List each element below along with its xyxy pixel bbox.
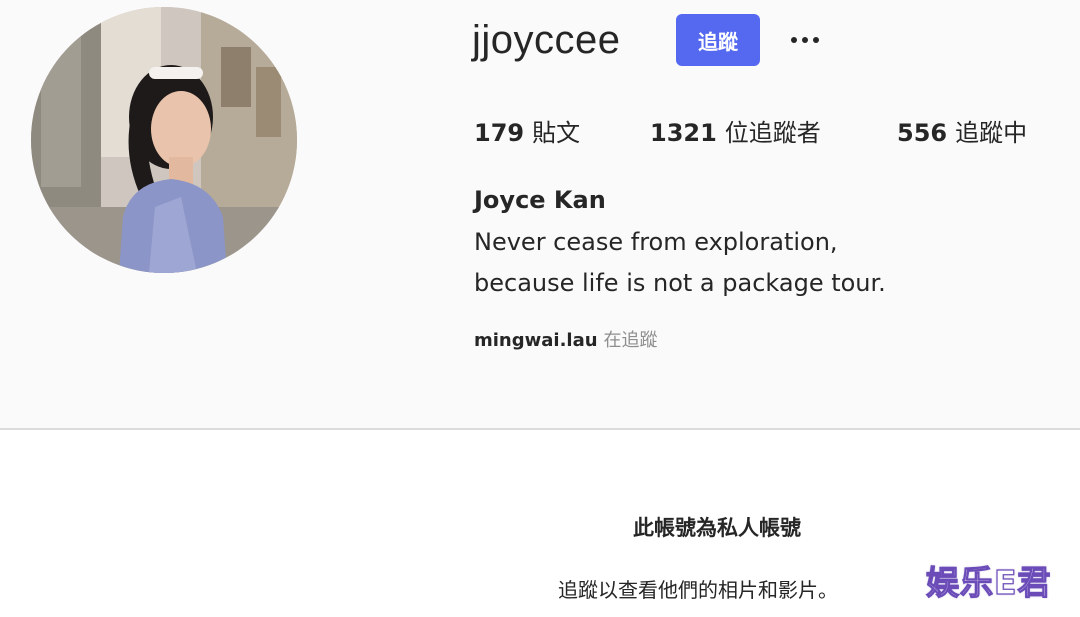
- avatar-photo: [31, 7, 297, 273]
- stat-followers[interactable]: 1321 位追蹤者: [650, 113, 821, 148]
- followed-by-user: mingwai.lau: [474, 330, 598, 351]
- more-options-icon: [791, 37, 797, 43]
- bio-line: because life is not a package tour.: [474, 269, 886, 297]
- follow-button[interactable]: 追蹤: [676, 14, 760, 66]
- private-account-description: 追蹤以查看他們的相片和影片。: [558, 578, 838, 602]
- followed-by-suffix: 在追蹤: [603, 330, 658, 351]
- followed-by[interactable]: mingwai.lau 在追蹤: [474, 326, 658, 352]
- posts-label: 貼文: [532, 119, 581, 147]
- posts-count: 179: [474, 119, 525, 147]
- more-options-button[interactable]: [782, 20, 828, 60]
- profile-full-name: Joyce Kan: [474, 186, 606, 214]
- profile-username: jjoyccee: [472, 18, 621, 62]
- bio-line: Never cease from exploration,: [474, 228, 838, 256]
- more-options-icon-dot: [802, 37, 808, 43]
- following-label: 追蹤中: [955, 119, 1028, 147]
- watermark: 娱乐E君: [925, 562, 1052, 602]
- stat-posts[interactable]: 179 貼文: [474, 113, 580, 148]
- profile-header: jjoyccee 追蹤 179 貼文 1321 位追蹤者 556 追蹤中 Joyce …: [0, 0, 1080, 428]
- followers-label: 位追蹤者: [724, 119, 821, 147]
- profile-avatar[interactable]: [31, 7, 297, 273]
- following-count: 556: [897, 119, 948, 147]
- more-options-icon-dot: [813, 37, 819, 43]
- stat-following[interactable]: 556 追蹤中: [897, 113, 1027, 148]
- private-account-title: 此帳號為私人帳號: [633, 516, 801, 540]
- followers-count: 1321: [650, 119, 717, 147]
- private-account-section: [0, 430, 1080, 617]
